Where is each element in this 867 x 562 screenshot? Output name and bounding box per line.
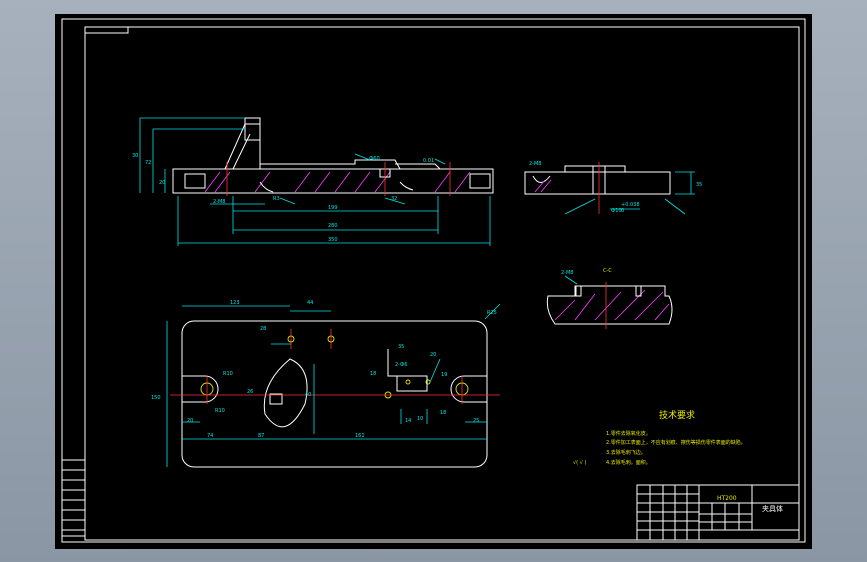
side-view: [524, 162, 695, 215]
dim-top-20b: 20: [430, 352, 436, 358]
dim-front-phi60: Ф60: [369, 156, 380, 162]
tech-req-item-4: 4.去除毛刺。面积。: [606, 459, 651, 466]
cad-viewport: 30 72 20 199 280 350 2-M8 R3 Ф60 32 0.01: [0, 0, 867, 562]
dim-top-40: 40: [305, 392, 311, 398]
dim-front-280: 280: [328, 223, 338, 229]
dim-top-87: 87: [258, 433, 264, 439]
corner-tag: [84, 26, 129, 34]
tech-req-heading: 技术要求: [659, 409, 695, 421]
dim-front-350: 350: [328, 237, 338, 243]
dim-top-10: 10: [417, 416, 423, 422]
section-cc: [546, 275, 673, 329]
dim-top-74: 74: [207, 433, 213, 439]
dim-top-2phi6: 2-Ф6: [395, 362, 407, 368]
tech-req-item-1: 1.零件去除氧化皮。: [606, 430, 651, 437]
dim-front-2m8: 2-M8: [213, 199, 225, 205]
dim-front-20: 20: [159, 180, 165, 186]
revision-column: [61, 459, 86, 537]
dim-top-150: 150: [151, 395, 161, 401]
title-material: HT200: [717, 495, 737, 502]
dim-side-35: 35: [696, 182, 702, 188]
dim-top-26: 26: [247, 389, 253, 395]
dim-front-32: 32: [391, 196, 397, 202]
dim-front-tol: 0.01: [423, 158, 434, 164]
dim-top-14: 14: [405, 418, 411, 424]
top-view: [166, 303, 501, 468]
dim-top-18b: 18: [440, 410, 446, 416]
dim-top-r25: R25: [487, 310, 497, 316]
dim-top-r10-left: R10: [223, 371, 233, 377]
dim-top-35: 35: [398, 344, 404, 350]
dim-top-161: 161: [355, 433, 365, 439]
dim-top-19: 19: [441, 372, 447, 378]
inner-border: [84, 26, 800, 541]
title-part-name: 夹具体: [762, 504, 783, 513]
dim-top-28: 28: [260, 326, 266, 332]
dim-front-199: 199: [328, 205, 338, 211]
section-label: C-C: [603, 268, 612, 274]
dim-top-r10b: R10: [215, 408, 225, 414]
dim-top-25: 25: [473, 418, 479, 424]
drawing-canvas[interactable]: 30 72 20 199 280 350 2-M8 R3 Ф60 32 0.01: [55, 14, 812, 549]
tech-req-item-3: 3.去除毛刺飞边。: [606, 449, 646, 456]
section-note: 2-M8: [561, 270, 573, 276]
outer-border: [61, 18, 806, 543]
dim-top-20: 20: [187, 418, 193, 424]
dim-top-18: 18: [370, 371, 376, 377]
dim-front-r3: R3: [273, 196, 280, 202]
front-view: [139, 117, 494, 246]
dim-front-30: 30: [132, 153, 138, 159]
dim-side-0: 0: [621, 208, 624, 214]
tech-req-item-2: 2.零件加工表面上，不应有划痕、擦伤等损伤零件表面的缺陷。: [606, 439, 746, 446]
dim-top-44: 44: [307, 300, 313, 306]
dim-top-123: 123: [230, 300, 240, 306]
roughness-note: √( √ ): [573, 460, 587, 466]
cad-drawing: 30 72 20 199 280 350 2-M8 R3 Ф60 32 0.01: [61, 18, 806, 543]
dim-side-2m8: 2-M8: [529, 161, 541, 167]
dim-front-72: 72: [145, 160, 151, 166]
